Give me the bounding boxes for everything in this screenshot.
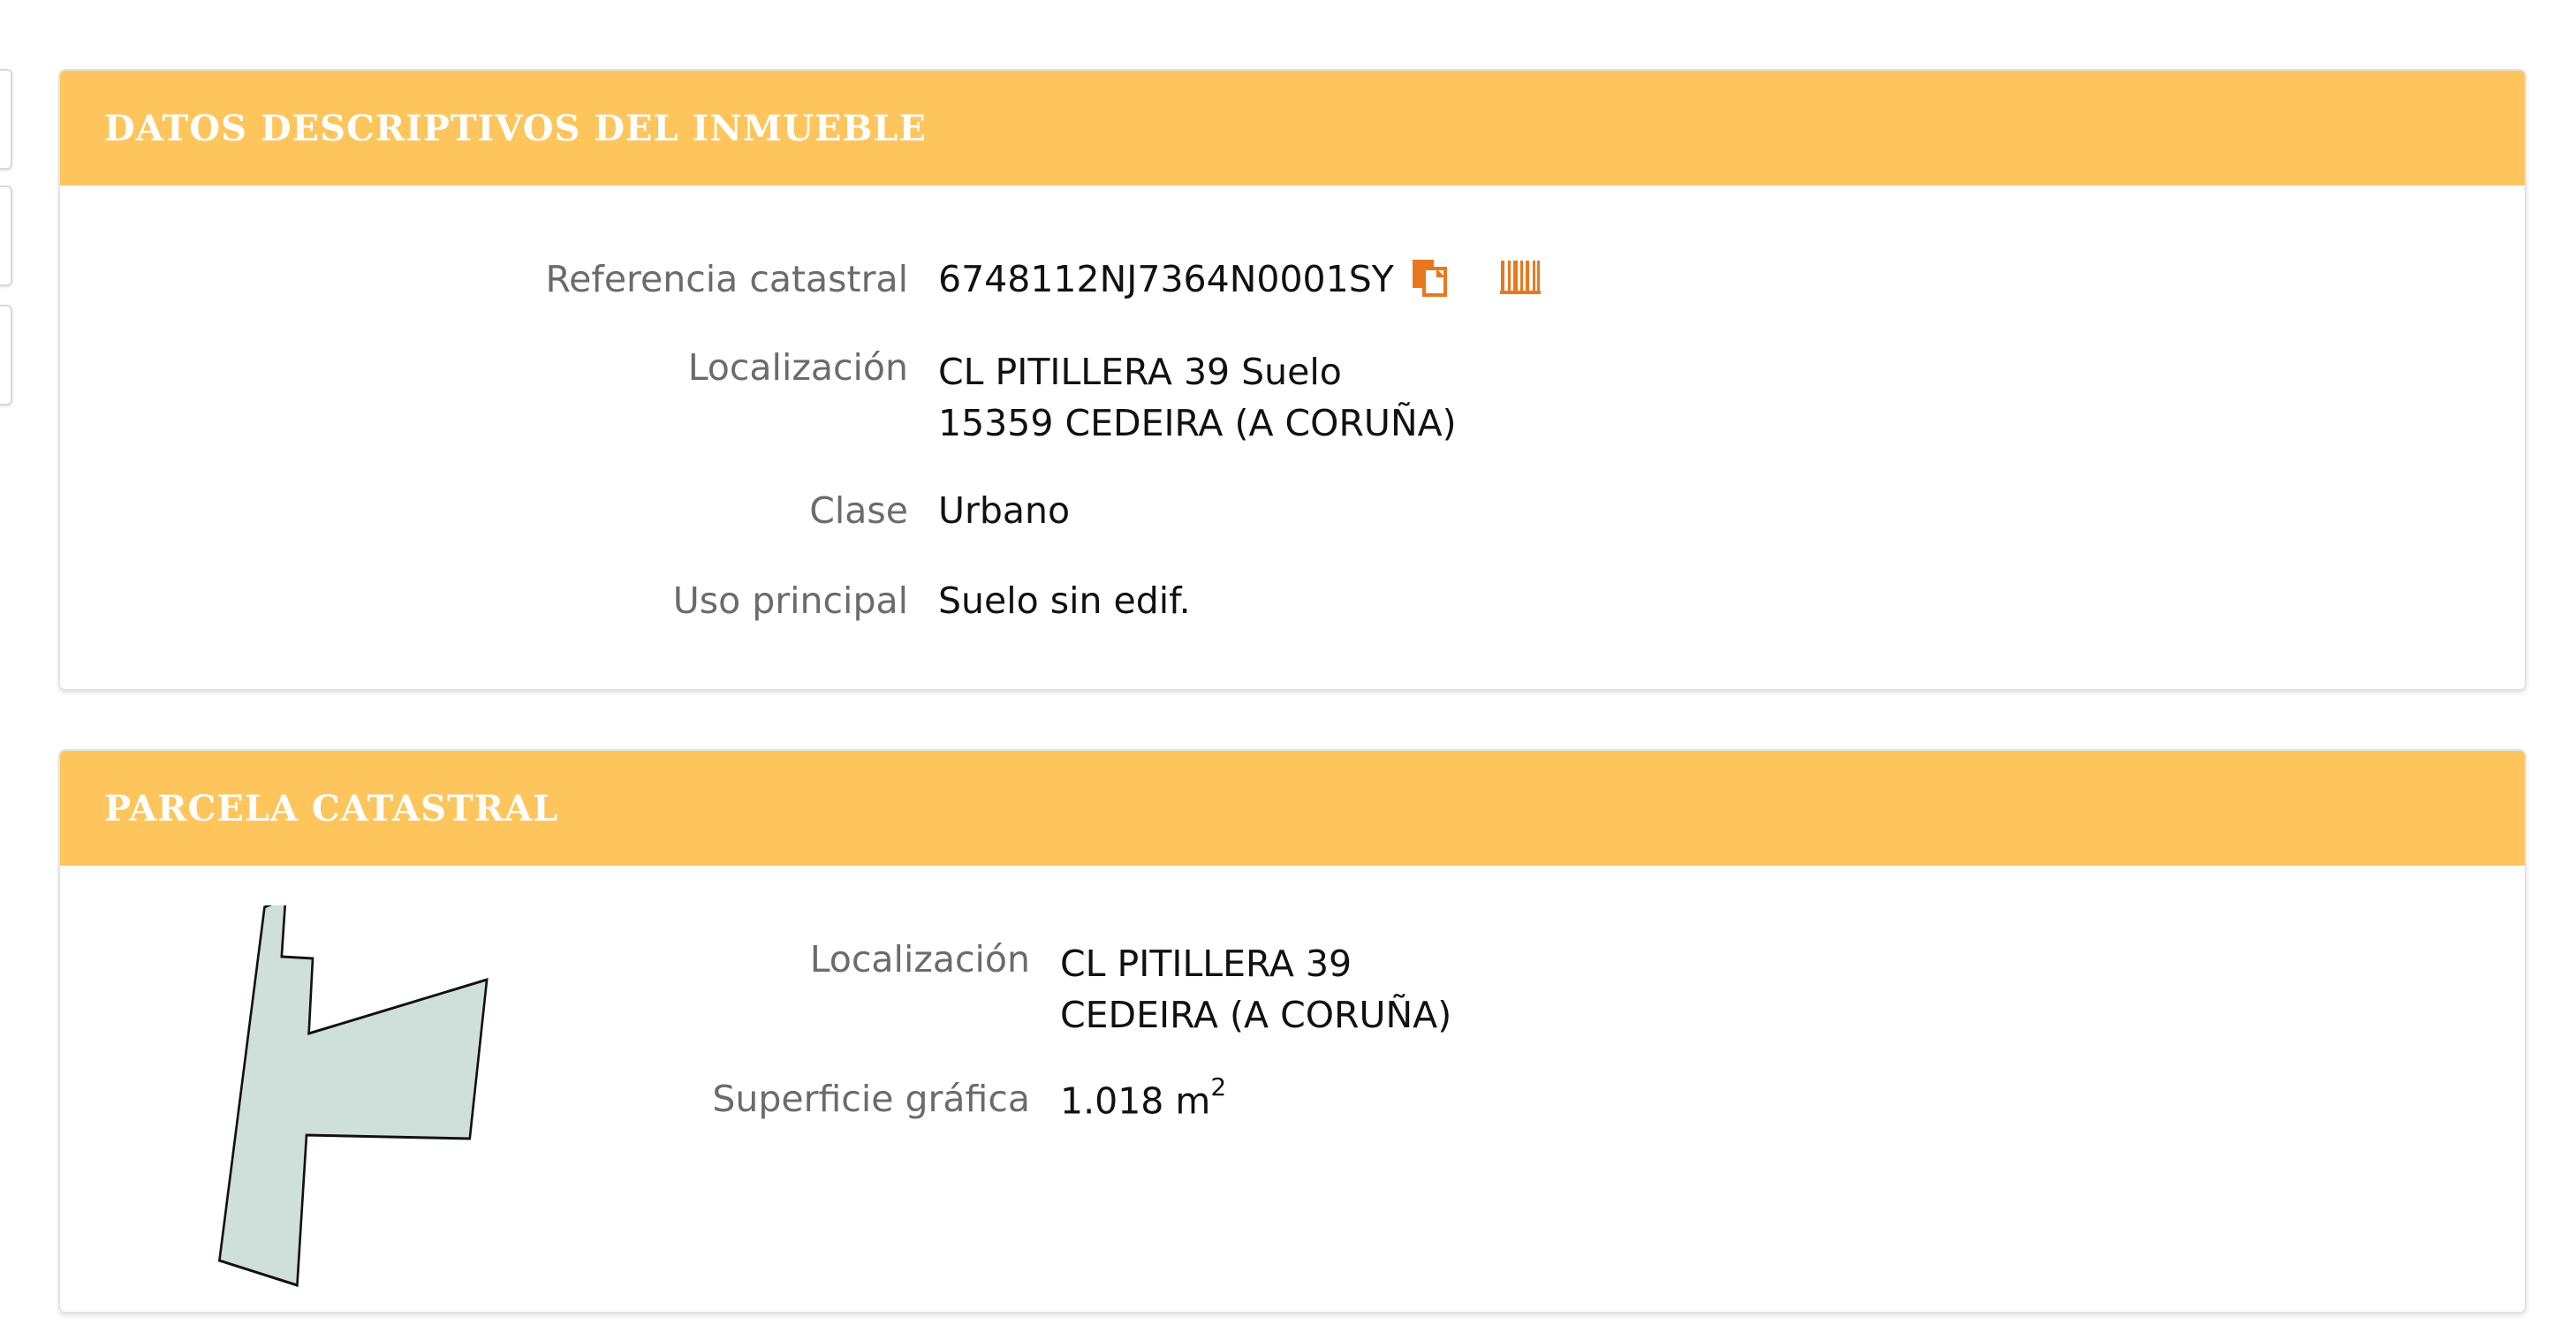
uso-principal-value: Suelo sin edif.: [938, 579, 1191, 622]
superficie-grafica-value: 1.018 m2: [1060, 1072, 1226, 1123]
parcel-shape: [217, 905, 489, 1287]
datos-descriptivos-panel: DATOS DESCRIPTIVOS DEL INMUEBLE Referenc…: [58, 69, 2527, 691]
parcela-localizacion-value: CL PITILLERA 39 CEDEIRA (A CORUÑA): [1060, 938, 1451, 1041]
referencia-catastral-row: 6748112NJ7364N0001SY: [938, 258, 1541, 306]
referencia-catastral-value: 6748112NJ7364N0001SY: [938, 258, 1394, 300]
clase-label: Clase: [809, 489, 908, 532]
panel-title: PARCELA CATASTRAL: [104, 787, 559, 829]
localizacion-line: CL PITILLERA 39 Suelo: [938, 351, 1342, 393]
side-tab[interactable]: [0, 69, 12, 170]
localizacion-label: Localización: [687, 346, 908, 389]
panel-header: DATOS DESCRIPTIVOS DEL INMUEBLE: [60, 71, 2525, 186]
superficie-value: 1.018 m: [1060, 1079, 1211, 1123]
superficie-unit-exponent: 2: [1210, 1072, 1227, 1102]
clase-value: Urbano: [938, 489, 1071, 532]
parcela-localizacion-label: Localización: [809, 938, 1030, 980]
side-tab[interactable]: [0, 305, 12, 405]
parcela-catastral-panel: PARCELA CATASTRAL Localización CL PITILL…: [58, 749, 2527, 1314]
uso-principal-label: Uso principal: [672, 579, 908, 622]
localizacion-line: CEDEIRA (A CORUÑA): [1060, 994, 1452, 1036]
barcode-icon[interactable]: [1499, 260, 1541, 304]
panel-title: DATOS DESCRIPTIVOS DEL INMUEBLE: [104, 107, 927, 149]
superficie-grafica-label: Superficie gráfica: [712, 1078, 1030, 1120]
panel-header: PARCELA CATASTRAL: [60, 751, 2525, 866]
copy-icon[interactable]: [1411, 258, 1450, 306]
localizacion-line: 15359 CEDEIRA (A CORUÑA): [938, 402, 1457, 444]
localizacion-value: CL PITILLERA 39 Suelo 15359 CEDEIRA (A C…: [938, 346, 1457, 449]
referencia-catastral-label: Referencia catastral: [545, 258, 908, 300]
side-tab[interactable]: [0, 186, 12, 286]
localizacion-line: CL PITILLERA 39: [1060, 943, 1352, 985]
